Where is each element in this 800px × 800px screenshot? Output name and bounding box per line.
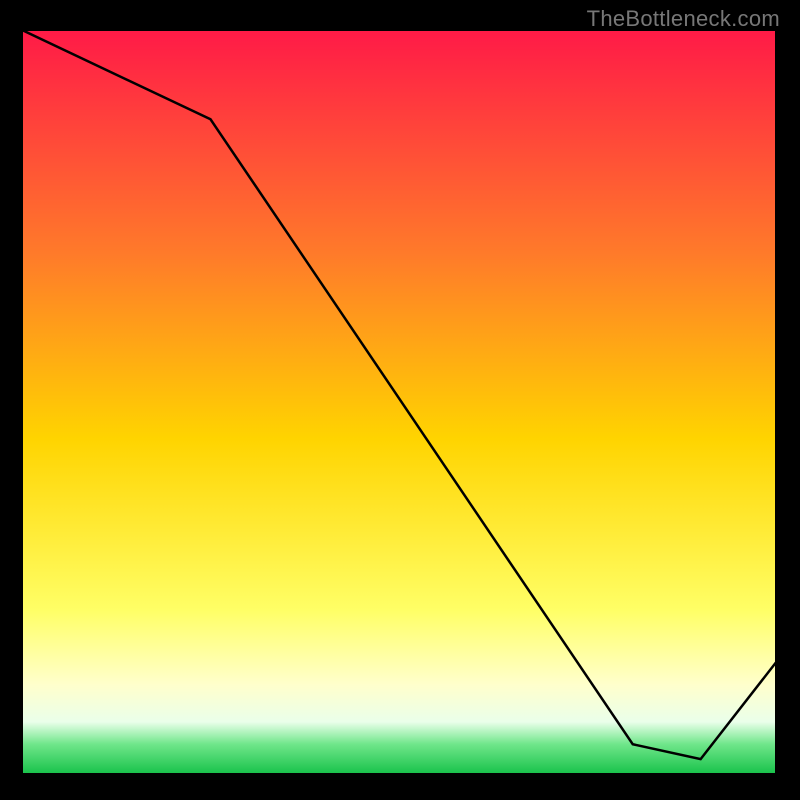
bottleneck-chart: [0, 0, 800, 800]
plot-background: [22, 30, 776, 774]
chart-container: TheBottleneck.com: [0, 0, 800, 800]
watermark-text: TheBottleneck.com: [587, 6, 780, 32]
